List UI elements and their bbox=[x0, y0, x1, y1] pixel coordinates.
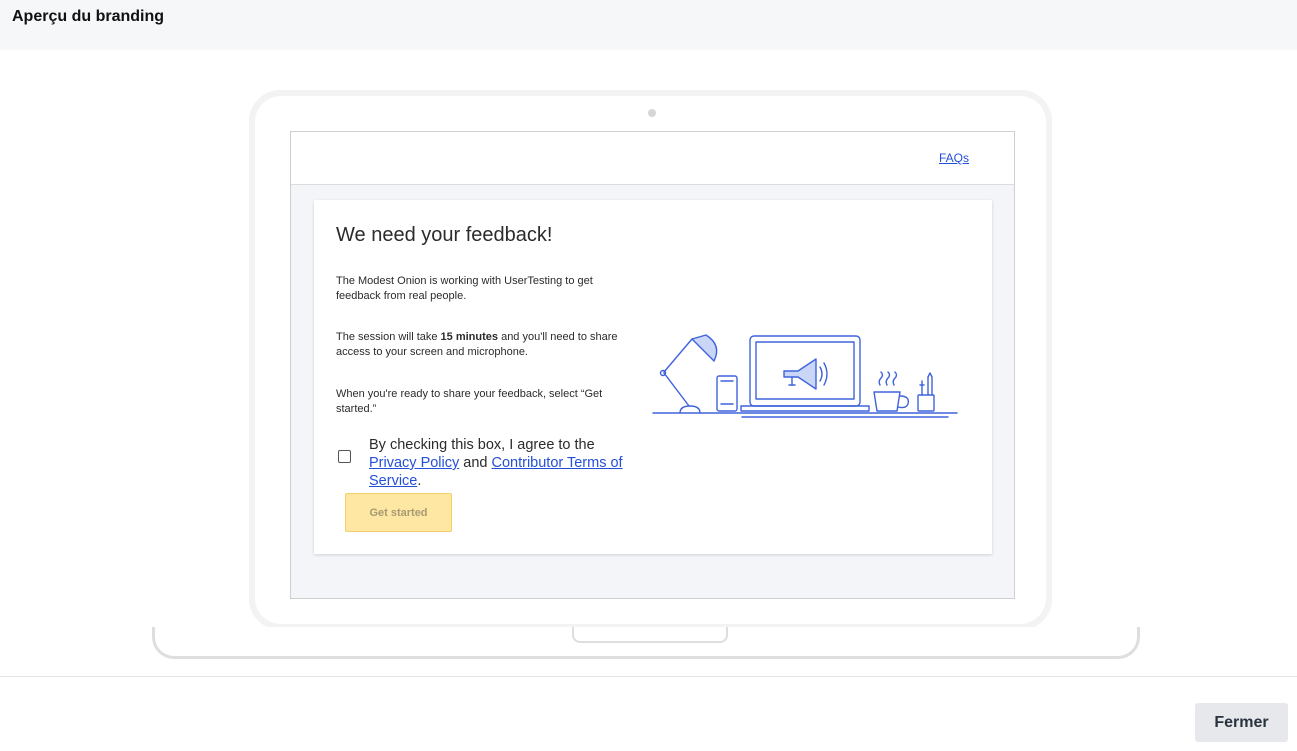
laptop-camera-icon bbox=[648, 109, 656, 117]
desk-illustration-icon bbox=[652, 334, 958, 418]
modal-header: Aperçu du branding bbox=[0, 0, 1297, 50]
card-heading: We need your feedback! bbox=[336, 224, 553, 246]
consent-checkbox[interactable] bbox=[338, 450, 351, 463]
modal-title: Aperçu du branding bbox=[12, 8, 164, 25]
session-text: The session will take 15 minutes and you… bbox=[336, 330, 636, 360]
preview-topbar: FAQs bbox=[291, 132, 1014, 185]
close-button[interactable]: Fermer bbox=[1195, 703, 1288, 742]
session-duration: 15 minutes bbox=[440, 331, 499, 343]
welcome-card: We need your feedback! The Modest Onion … bbox=[314, 200, 992, 554]
consent-label: By checking this box, I agree to the Pri… bbox=[369, 436, 639, 490]
modal-footer-divider bbox=[0, 676, 1297, 677]
consent-and: and bbox=[459, 455, 492, 471]
consent-suffix: . bbox=[417, 473, 422, 489]
session-prefix: The session will take bbox=[336, 331, 441, 343]
intro-text: The Modest Onion is working with UserTes… bbox=[336, 275, 593, 302]
get-started-button[interactable]: Get started bbox=[345, 493, 452, 532]
privacy-policy-link[interactable]: Privacy Policy bbox=[369, 455, 459, 471]
faq-link[interactable]: FAQs bbox=[939, 151, 969, 165]
ready-text: When you're ready to share your feedback… bbox=[336, 388, 603, 415]
laptop-notch bbox=[572, 627, 728, 643]
preview-screen: FAQs We need your feedback! The Modest O… bbox=[290, 131, 1015, 599]
consent-prefix: By checking this box, I agree to the bbox=[369, 437, 595, 453]
